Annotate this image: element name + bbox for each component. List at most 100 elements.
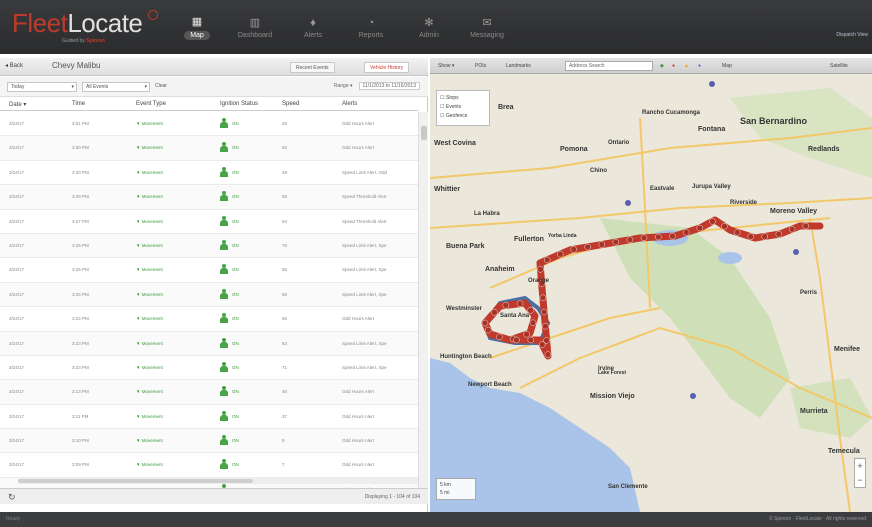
nav-map[interactable]: ▦ Map	[168, 8, 226, 48]
table-row[interactable]: 3/24/17 3:23 PM Movement ON 63 Speed Limit Al…	[0, 331, 418, 356]
nav-admin-label: Admin	[419, 32, 439, 39]
map-view[interactable]: Show ▾ POIs Landmarks Address Search ◆ ●…	[430, 58, 872, 512]
route-event-pin[interactable]	[802, 222, 809, 230]
dispatch-view-link[interactable]: Dispatch View	[836, 32, 868, 38]
route-event-pin[interactable]	[747, 233, 755, 240]
table-row[interactable]: 3/24/17 3:13 PM Movement ON 46 Odd Hours Aler…	[0, 380, 418, 405]
date-range[interactable]: Range ▾ 11/1/2013 to 11/16/2013	[334, 82, 420, 90]
nav-dashboard[interactable]: ▥ Dashboard	[226, 8, 284, 48]
cell-date: 3/24/17	[9, 462, 25, 468]
route-event-pin[interactable]	[543, 337, 550, 344]
poi-marker-icon[interactable]	[625, 200, 631, 206]
route-event-pin[interactable]	[721, 223, 728, 230]
pois-button[interactable]: POIs	[475, 63, 486, 69]
table-row[interactable]: 3/24/17 3:11 PM Movement ON 37 Odd Hours Aler…	[0, 405, 418, 430]
route-event-pin[interactable]	[529, 319, 537, 327]
nav-alerts[interactable]: ♦ Alerts	[284, 8, 342, 48]
route-event-pin[interactable]	[539, 294, 547, 302]
route-event-pin[interactable]	[696, 224, 704, 232]
route-event-pin[interactable]	[481, 319, 489, 327]
table-row[interactable]: 3/24/17 3:29 PM Movement ON 58 Speed Threshol…	[0, 185, 418, 210]
nav-admin[interactable]: ✻ Admin	[400, 8, 458, 48]
nav-reports[interactable]: ◔ Reports	[342, 8, 400, 48]
map-type-map[interactable]: Map	[722, 63, 732, 69]
route-event-pin[interactable]	[584, 243, 591, 251]
map-tool-red-icon[interactable]: ●	[672, 63, 675, 69]
recent-events-button[interactable]: Recent Events	[290, 62, 335, 73]
route-event-pin[interactable]	[612, 238, 620, 246]
legend-stops[interactable]: Stops	[440, 94, 486, 103]
col-ignition[interactable]: Ignition Status	[220, 101, 258, 107]
poi-marker-icon[interactable]	[709, 81, 715, 87]
route-event-pin[interactable]	[570, 246, 577, 253]
table-row[interactable]: 3/24/17 3:27 PM Movement ON 64 Speed Threshol…	[0, 210, 418, 234]
table-row[interactable]: 3/24/17 3:09 PM Movement ON 7 Odd Hours Alert	[0, 453, 418, 478]
map-tool-warning-icon[interactable]: ▲	[684, 63, 689, 69]
route-event-pin[interactable]	[540, 308, 548, 316]
route-event-pin[interactable]	[709, 218, 716, 225]
table-vertical-scrollbar[interactable]	[418, 112, 428, 504]
route-event-pin[interactable]	[669, 232, 676, 240]
poi-marker-icon[interactable]	[690, 393, 696, 399]
col-event-type[interactable]: Event Type	[136, 101, 166, 107]
address-search-input[interactable]: Address Search	[565, 61, 653, 71]
table-row[interactable]: 3/24/17 3:23 PM Movement ON 71 Speed Limit Al…	[0, 356, 418, 381]
event-filter-select[interactable]: All Events	[82, 82, 150, 92]
route-event-pin[interactable]	[761, 233, 768, 240]
landmarks-button[interactable]: Landmarks	[506, 63, 531, 69]
route-event-pin[interactable]	[537, 266, 544, 273]
table-row[interactable]: 3/24/17 3:10 PM Movement ON 9 Odd Hours Alert	[0, 429, 418, 454]
route-event-pin[interactable]	[513, 336, 520, 344]
hscroll-thumb[interactable]	[18, 479, 253, 483]
route-event-pin[interactable]	[655, 233, 662, 241]
route-event-pin[interactable]	[682, 229, 690, 236]
route-event-pin[interactable]	[626, 236, 634, 243]
route-event-pin[interactable]	[557, 250, 564, 258]
fleetlocate-logo[interactable]: FleetLocate	[12, 10, 143, 36]
route-event-pin[interactable]	[544, 351, 552, 358]
route-event-pin[interactable]	[542, 322, 549, 330]
route-event-pin[interactable]	[523, 330, 530, 338]
vehicle-history-button[interactable]: Vehicle History	[364, 62, 410, 73]
col-date[interactable]: Date ▾	[9, 101, 26, 108]
map-tool-blue-icon[interactable]: ●	[698, 63, 701, 69]
table-row[interactable]: 3/24/17 3:25 PM Movement ON 58 Speed Limit Al…	[0, 282, 418, 308]
route-event-pin[interactable]	[527, 336, 535, 344]
route-event-pin[interactable]	[733, 229, 741, 236]
show-dropdown[interactable]: Show ▾	[438, 63, 454, 69]
day-select[interactable]: Today	[7, 82, 77, 92]
route-event-pin[interactable]	[496, 333, 503, 341]
table-row[interactable]: 3/24/17 3:24 PM Movement ON 56 Odd Hours Aler…	[0, 307, 418, 332]
back-button[interactable]: ◂ Back	[5, 62, 23, 69]
route-event-pin[interactable]	[484, 326, 492, 334]
zoom-out-button[interactable]: −	[855, 473, 865, 487]
cell-speed: 37	[282, 413, 288, 419]
route-event-pin[interactable]	[502, 302, 510, 309]
route-event-pin[interactable]	[788, 225, 796, 233]
route-event-pin[interactable]	[775, 230, 783, 238]
nav-messaging[interactable]: ✉ Messaging	[458, 8, 516, 48]
route-event-pin[interactable]	[598, 241, 606, 248]
scroll-thumb[interactable]	[421, 126, 427, 140]
map-type-satellite[interactable]: Satellite	[830, 63, 848, 69]
route-event-pin[interactable]	[491, 309, 498, 316]
col-time[interactable]: Time	[72, 101, 85, 107]
clear-filter-button[interactable]: Clear	[155, 83, 167, 89]
table-row[interactable]: 3/24/17 3:25 PM Movement ON 55 Speed Limit Al…	[0, 258, 418, 283]
table-row[interactable]: 3/24/17 3:26 PM Movement ON 70 Speed Limit Al…	[0, 233, 418, 259]
col-speed[interactable]: Speed	[282, 101, 299, 107]
poi-marker-icon[interactable]	[793, 249, 799, 255]
legend-geofence[interactable]: Geofence	[440, 112, 486, 121]
refresh-icon[interactable]: ↻	[8, 492, 16, 503]
route-event-pin[interactable]	[543, 256, 551, 264]
table-row[interactable]: 3/24/17 3:31 PM Movement ON 45 Odd Hours Aler…	[0, 112, 418, 137]
col-alerts[interactable]: Alerts	[342, 101, 357, 107]
table-horizontal-scrollbar[interactable]	[18, 478, 418, 484]
table-row[interactable]: 3/24/17 3:30 PM Movement ON 62 Odd Hours Aler…	[0, 136, 418, 161]
zoom-in-button[interactable]: +	[855, 459, 865, 473]
legend-events[interactable]: Events	[440, 103, 486, 112]
route-event-pin[interactable]	[640, 234, 648, 242]
table-row[interactable]: 3/24/17 3:30 PM Movement ON 48 Speed Limit Al…	[0, 161, 418, 186]
map-tool-green-icon[interactable]: ◆	[660, 63, 664, 69]
route-event-pin[interactable]	[516, 300, 524, 307]
